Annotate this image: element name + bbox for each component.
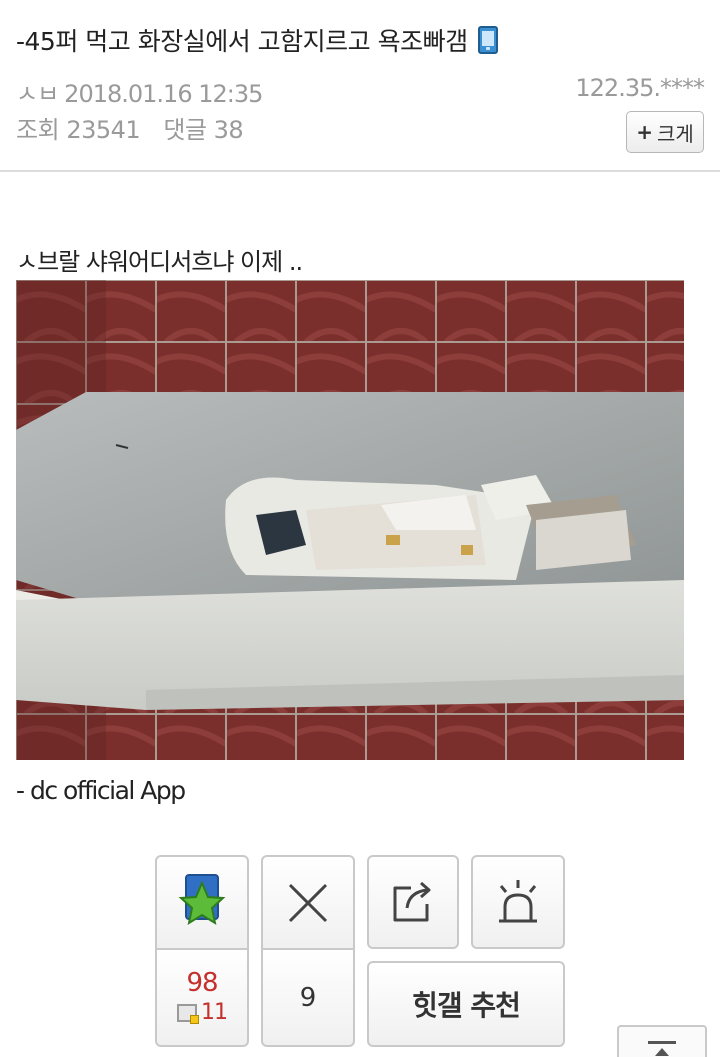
- hit-gallery-recommend-button[interactable]: 힛갤 추천: [367, 961, 565, 1047]
- comments-count[interactable]: 38: [214, 116, 244, 144]
- scroll-top-button[interactable]: [617, 1025, 707, 1057]
- recommend-button[interactable]: [155, 855, 249, 950]
- post-image-broken-bathtub[interactable]: [16, 280, 684, 760]
- nonrecommend-count-box: 9: [261, 948, 355, 1047]
- author-nickname[interactable]: ㅅㅂ: [16, 80, 59, 108]
- post-header: -45퍼 먹고 화장실에서 고함지르고 욕조빠갬 ㅅㅂ 2018.01.16 12…: [0, 0, 720, 172]
- post-datetime: 2018.01.16 12:35: [64, 80, 263, 108]
- report-button[interactable]: [471, 855, 565, 949]
- share-icon: [393, 881, 431, 922]
- post-footer-text: - dc official App: [16, 776, 186, 805]
- author-ip: 122.35.****: [575, 74, 705, 102]
- recommend-count: 98: [186, 968, 218, 998]
- font-size-button[interactable]: + 크게: [626, 111, 704, 153]
- green-star-icon: [178, 873, 226, 925]
- post-author-date: ㅅㅂ 2018.01.16 12:35: [16, 74, 263, 109]
- fixed-recommend-count: 11: [201, 1000, 228, 1025]
- scroll-top-icon: [648, 1041, 676, 1056]
- siren-icon: [499, 880, 537, 923]
- plus-icon: +: [636, 120, 653, 144]
- fixed-recommend-row: 11: [157, 1000, 247, 1025]
- post-body-text: ㅅ브랄 샤워어디서흐냐 이제 ..: [16, 248, 303, 276]
- x-icon: [288, 883, 328, 922]
- fixed-recommend-icon: [177, 1003, 199, 1024]
- recommend-count-box: 98 11: [155, 948, 249, 1047]
- nonrecommend-button[interactable]: [261, 855, 355, 950]
- nonrecommend-count: 9: [299, 982, 317, 1013]
- post-title: -45퍼 먹고 화장실에서 고함지르고 욕조빠갬: [16, 22, 498, 58]
- views-count: 23541: [66, 116, 141, 144]
- mobile-phone-icon: [477, 26, 498, 54]
- post-title-text: -45퍼 먹고 화장실에서 고함지르고 욕조빠갬: [16, 27, 468, 56]
- font-size-button-label: 크게: [656, 121, 694, 146]
- comments-label[interactable]: 댓글: [163, 116, 207, 144]
- share-button[interactable]: [367, 855, 459, 949]
- post-stats: 조회 23541 댓글 38: [16, 110, 244, 145]
- views-label: 조회: [16, 116, 60, 144]
